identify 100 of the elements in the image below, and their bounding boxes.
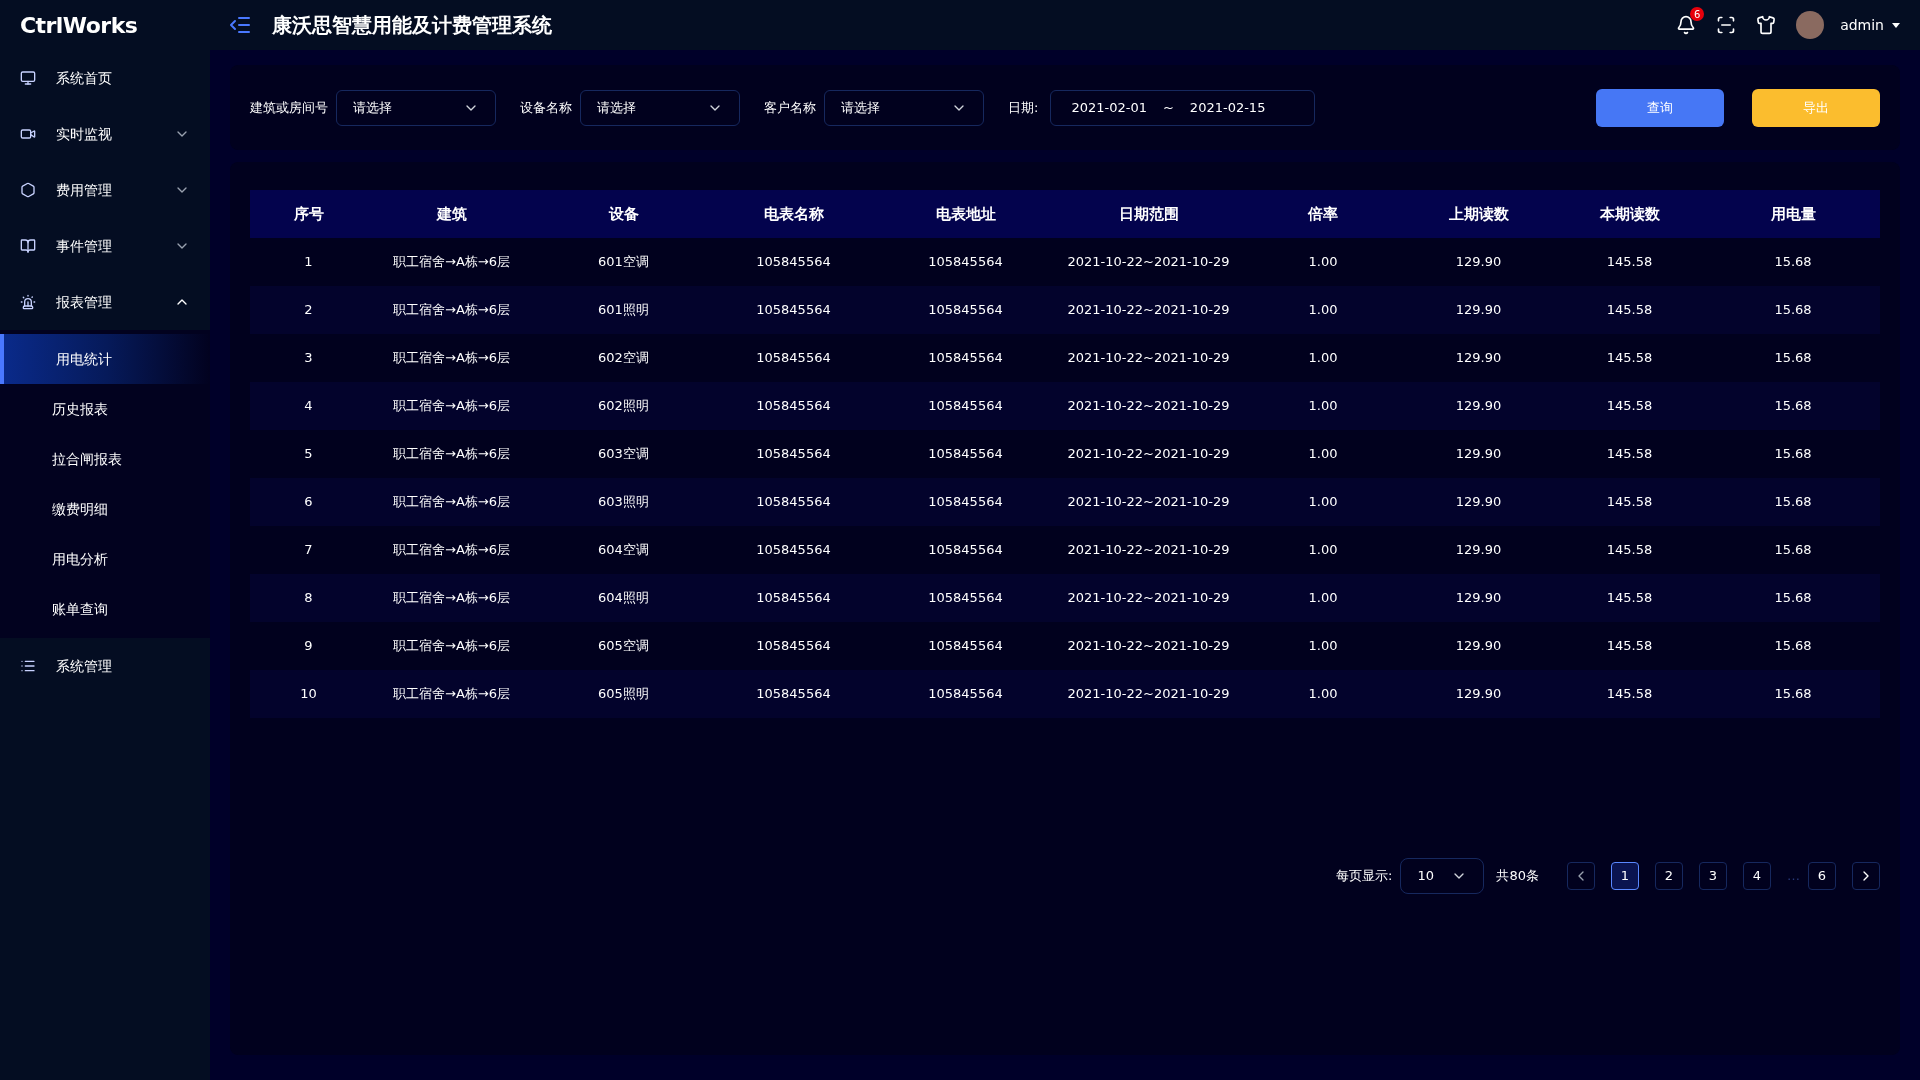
table-cell: 105845564 bbox=[876, 334, 1055, 382]
query-button[interactable]: 查询 bbox=[1596, 88, 1724, 127]
table-cell: 9 bbox=[250, 622, 367, 670]
siren-icon bbox=[20, 294, 36, 310]
table-cell: 145.58 bbox=[1553, 478, 1706, 526]
table-cell: 15.68 bbox=[1706, 574, 1880, 622]
table-cell: 604空调 bbox=[536, 526, 711, 574]
table-cell: 1.00 bbox=[1242, 238, 1404, 286]
table-cell: 602空调 bbox=[536, 334, 711, 382]
nav-item[interactable]: 报表管理 bbox=[0, 274, 210, 330]
table-cell: 145.58 bbox=[1553, 430, 1706, 478]
table-cell: 2021-10-22~2021-10-29 bbox=[1055, 286, 1242, 334]
table-cell: 1.00 bbox=[1242, 430, 1404, 478]
table-cell: 105845564 bbox=[711, 238, 876, 286]
nav-item[interactable]: 实时监视 bbox=[0, 106, 210, 162]
table-cell: 145.58 bbox=[1553, 286, 1706, 334]
table-cell: 129.90 bbox=[1404, 286, 1553, 334]
submenu-item[interactable]: 缴费明细 bbox=[0, 484, 210, 534]
table-cell: 1.00 bbox=[1242, 574, 1404, 622]
filter-label: 设备名称 bbox=[520, 98, 572, 117]
table-cell: 15.68 bbox=[1706, 286, 1880, 334]
table-cell: 129.90 bbox=[1404, 430, 1553, 478]
column-header: 本期读数 bbox=[1553, 190, 1706, 238]
scan-icon[interactable] bbox=[1716, 15, 1737, 35]
table-cell: 15.68 bbox=[1706, 238, 1880, 286]
page-button[interactable]: 2 bbox=[1655, 862, 1683, 890]
table-cell: 145.58 bbox=[1553, 670, 1706, 718]
table-cell: 8 bbox=[250, 574, 367, 622]
column-header: 建筑 bbox=[367, 190, 536, 238]
table-cell: 2021-10-22~2021-10-29 bbox=[1055, 574, 1242, 622]
table-cell: 105845564 bbox=[876, 238, 1055, 286]
nav-item[interactable]: 事件管理 bbox=[0, 218, 210, 274]
table-cell: 601照明 bbox=[536, 286, 711, 334]
table-cell: 105845564 bbox=[711, 478, 876, 526]
table-cell: 605空调 bbox=[536, 622, 711, 670]
column-header: 日期范围 bbox=[1055, 190, 1242, 238]
table-cell: 603空调 bbox=[536, 430, 711, 478]
filter-label: 日期: bbox=[1008, 98, 1039, 117]
table-cell: 129.90 bbox=[1404, 478, 1553, 526]
shirt-icon[interactable] bbox=[1756, 15, 1777, 35]
monitor-icon bbox=[20, 70, 36, 86]
submenu-item[interactable]: 拉合闸报表 bbox=[0, 434, 210, 484]
table-cell: 129.90 bbox=[1404, 670, 1553, 718]
table-cell: 4 bbox=[250, 382, 367, 430]
hexagon-icon bbox=[20, 182, 36, 198]
app-title: 康沃思智慧用能及计费管理系统 bbox=[272, 12, 552, 39]
table-cell: 145.58 bbox=[1553, 574, 1706, 622]
page-button[interactable]: 4 bbox=[1743, 862, 1771, 890]
table-cell: 职工宿舍→A栋→6层 bbox=[367, 382, 536, 430]
table-cell: 105845564 bbox=[711, 670, 876, 718]
date-range-field[interactable]: 2021-02-01 ~ 2021-02-15 bbox=[1050, 89, 1316, 126]
table-cell: 1.00 bbox=[1242, 334, 1404, 382]
table-cell: 105845564 bbox=[711, 286, 876, 334]
table-cell: 145.58 bbox=[1553, 238, 1706, 286]
filter-label: 建筑或房间号 bbox=[250, 98, 328, 117]
submenu-item[interactable]: 历史报表 bbox=[0, 384, 210, 434]
table-cell: 1 bbox=[250, 238, 367, 286]
select-field[interactable]: 请选择 bbox=[580, 89, 740, 126]
table-cell: 1.00 bbox=[1242, 382, 1404, 430]
page-button[interactable]: 6 bbox=[1808, 862, 1836, 890]
table-cell: 2 bbox=[250, 286, 367, 334]
table-cell: 职工宿舍→A栋→6层 bbox=[367, 238, 536, 286]
table-cell: 105845564 bbox=[711, 382, 876, 430]
page-button[interactable]: 3 bbox=[1699, 862, 1727, 890]
table-cell: 1.00 bbox=[1242, 670, 1404, 718]
nav-item[interactable]: 系统管理 bbox=[0, 638, 210, 694]
total-count: 共80条 bbox=[1496, 867, 1539, 886]
table-cell: 601空调 bbox=[536, 238, 711, 286]
table-cell: 105845564 bbox=[876, 430, 1055, 478]
nav-item[interactable]: 系统首页 bbox=[0, 50, 210, 106]
table-cell: 105845564 bbox=[876, 622, 1055, 670]
table-cell: 15.68 bbox=[1706, 670, 1880, 718]
user-menu[interactable]: admin bbox=[1840, 14, 1900, 36]
user-avatar[interactable] bbox=[1796, 11, 1825, 39]
table-cell: 1.00 bbox=[1242, 478, 1404, 526]
table-cell: 1.00 bbox=[1242, 622, 1404, 670]
table-cell: 7 bbox=[250, 526, 367, 574]
nav-item[interactable]: 费用管理 bbox=[0, 162, 210, 218]
next-page-button[interactable] bbox=[1852, 862, 1880, 890]
page-button[interactable]: 1 bbox=[1611, 862, 1639, 890]
table-cell: 145.58 bbox=[1553, 334, 1706, 382]
select-field[interactable]: 请选择 bbox=[336, 89, 496, 126]
column-header: 设备 bbox=[536, 190, 711, 238]
table-cell: 105845564 bbox=[876, 670, 1055, 718]
select-field[interactable]: 请选择 bbox=[824, 89, 984, 126]
table-cell: 105845564 bbox=[711, 526, 876, 574]
column-header: 电表地址 bbox=[876, 190, 1055, 238]
page-size-select[interactable]: 10 bbox=[1400, 858, 1485, 894]
column-header: 上期读数 bbox=[1404, 190, 1553, 238]
table-cell: 145.58 bbox=[1553, 526, 1706, 574]
table-cell: 15.68 bbox=[1706, 526, 1880, 574]
table-cell: 6 bbox=[250, 478, 367, 526]
column-header: 倍率 bbox=[1242, 190, 1404, 238]
table-cell: 15.68 bbox=[1706, 622, 1880, 670]
list-icon bbox=[20, 658, 36, 674]
table-cell: 129.90 bbox=[1404, 334, 1553, 382]
submenu-item[interactable]: 用电分析 bbox=[0, 534, 210, 584]
column-header: 序号 bbox=[250, 190, 367, 238]
table-cell: 职工宿舍→A栋→6层 bbox=[367, 286, 536, 334]
submenu-item[interactable]: 账单查询 bbox=[0, 584, 210, 634]
